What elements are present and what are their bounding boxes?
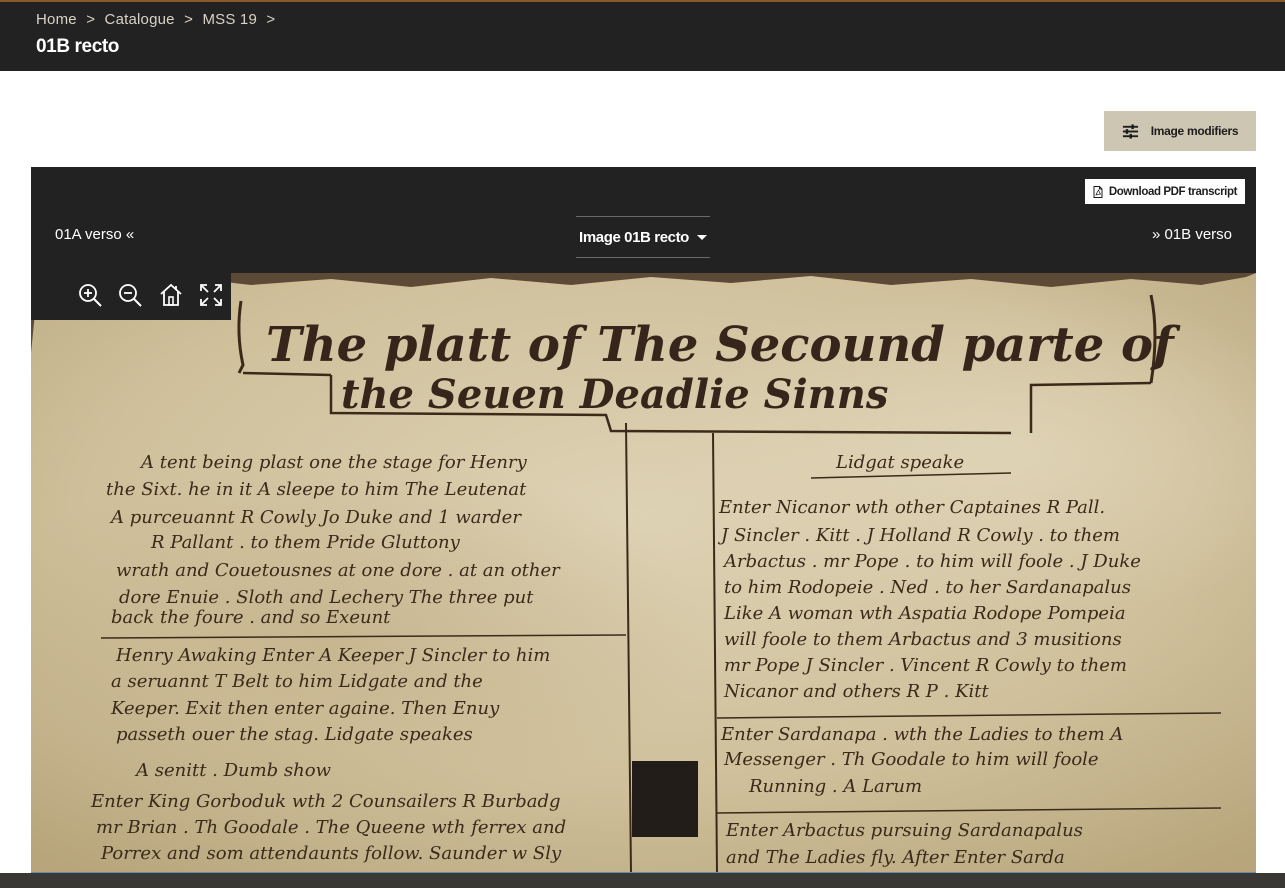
manuscript-line: a seruannt T Belt to him Lidgate and the (111, 671, 483, 692)
manuscript-line: to him Rodopeie . Ned . to her Sardanapa… (724, 577, 1131, 598)
breadcrumb-home-link[interactable]: Home (36, 11, 77, 28)
manuscript-line: the Sixt. he in it A sleepe to him The L… (106, 479, 527, 500)
fullscreen-button[interactable] (198, 282, 224, 308)
breadcrumb-separator: > (184, 11, 194, 28)
manuscript-line: Like A woman wth Aspatia Rodope Pompeia (723, 603, 1126, 624)
breadcrumb-separator: > (86, 11, 96, 28)
image-select-dropdown[interactable]: Image 01B recto (576, 216, 710, 258)
chevron-down-icon (696, 234, 707, 240)
zoom-in-icon (79, 284, 102, 307)
image-modifiers-label: Image modifiers (1150, 124, 1239, 138)
manuscript-line: A senitt . Dumb show (134, 760, 332, 781)
manuscript-line: Henry Awaking Enter A Keeper J Sincler t… (115, 645, 550, 666)
manuscript-line: and The Ladies fly. After Enter Sarda (726, 847, 1065, 868)
manuscript-line: Arbactus . mr Pope . to him will foole .… (722, 551, 1141, 572)
next-image-link[interactable]: » 01B verso (1152, 226, 1232, 243)
page-header: Home > Catalogue > MSS 19 > 01B recto (0, 2, 1285, 71)
image-select-value: Image 01B recto (579, 228, 689, 246)
manuscript-line: Messenger . Th Goodale to him will foole (723, 749, 1099, 770)
manuscript-line: back the foure . and so Exeunt (111, 607, 391, 628)
manuscript-line: Enter Sardanapa . wth the Ladies to them… (720, 724, 1123, 745)
manuscript-heading-1: The platt of The Secound parte of (266, 317, 1181, 373)
manuscript-line: passeth ouer the stag. Lidgate speakes (116, 724, 473, 745)
fullscreen-icon (200, 284, 222, 306)
zoom-out-icon (119, 284, 142, 307)
pdf-file-icon (1093, 185, 1103, 198)
manuscript-line: wrath and Couetousnes at one dore . at a… (116, 560, 561, 581)
manuscript-line: Enter Nicanor wth other Captaines R Pall… (718, 497, 1105, 518)
home-button[interactable] (158, 282, 184, 308)
breadcrumb: Home > Catalogue > MSS 19 > (36, 11, 280, 28)
manuscript-line: Porrex and som attendaunts follow. Saund… (100, 843, 562, 864)
download-pdf-label: Download PDF transcript (1108, 185, 1238, 198)
manuscript-line: Keeper. Exit then enter againe. Then Enu… (110, 698, 500, 719)
previous-image-link[interactable]: 01A verso « (55, 226, 134, 243)
manuscript-line: Enter Arbactus pursuing Sardanapalus (725, 820, 1083, 841)
zoom-out-button[interactable] (117, 282, 143, 308)
manuscript-page: The platt of The Secound parte of the Se… (31, 273, 1256, 873)
page-bottom-strip (0, 873, 1285, 888)
breadcrumb-catalogue-link[interactable]: Catalogue (105, 11, 175, 28)
breadcrumb-separator: > (266, 11, 276, 28)
manuscript-line: will foole to them Arbactus and 3 musiti… (724, 629, 1122, 650)
manuscript-line: A purceuannt R Cowly Jo Duke and 1 warde… (109, 507, 522, 528)
manuscript-line: Enter King Gorboduk wth 2 Counsailers R … (90, 791, 561, 812)
manuscript-line: mr Brian . Th Goodale . The Queene wth f… (96, 817, 566, 838)
page-title: 01B recto (36, 36, 119, 57)
manuscript-line: A tent being plast one the stage for Hen… (139, 452, 528, 473)
image-modifiers-button[interactable]: Image modifiers (1104, 111, 1256, 151)
manuscript-line: Running . A Larum (748, 776, 922, 797)
manuscript-line: mr Pope J Sincler . Vincent R Cowly to t… (724, 655, 1127, 676)
home-icon (160, 283, 182, 306)
manuscript-heading-2: the Seuen Deadlie Sinns (341, 371, 888, 418)
manuscript-line: Lidgat speake (835, 452, 964, 473)
viewer-toolbar (31, 273, 231, 320)
manuscript-line: Nicanor and others R P . Kitt (723, 681, 990, 702)
sliders-icon (1122, 123, 1138, 139)
zoom-in-button[interactable] (77, 282, 103, 308)
manuscript-image[interactable]: The platt of The Secound parte of the Se… (31, 273, 1256, 873)
manuscript-line: dore Enuie . Sloth and Lechery The three… (119, 587, 534, 608)
manuscript-line: J Sincler . Kitt . J Holland R Cowly . t… (717, 525, 1120, 546)
manuscript-line: R Pallant . to them Pride Gluttony (150, 532, 461, 553)
breadcrumb-mss19-link[interactable]: MSS 19 (202, 11, 257, 28)
download-pdf-transcript-button[interactable]: Download PDF transcript (1084, 179, 1245, 204)
